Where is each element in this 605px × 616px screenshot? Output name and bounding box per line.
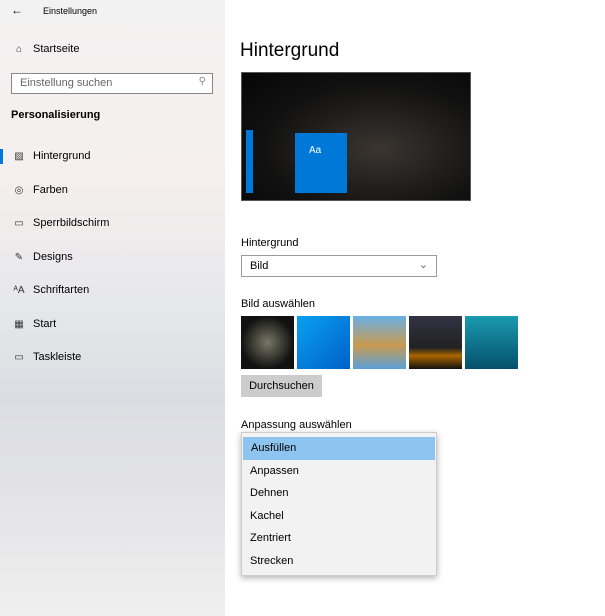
sidebar-item-schriftarten[interactable]: ᴬA Schriftarten [11,284,89,296]
sidebar-item-label: Sperrbildschirm [33,217,110,229]
image-icon: ▨ [14,150,24,162]
fit-option-ausfuellen[interactable]: Ausfüllen [243,437,435,460]
back-arrow-icon[interactable]: ← [11,3,23,17]
background-dropdown[interactable]: Bild ⌄ [241,255,437,277]
fit-option-zentriert[interactable]: Zentriert [242,527,436,550]
fit-option-anpassen[interactable]: Anpassen [242,460,436,483]
fit-label: Anpassung auswählen [241,419,352,431]
search-placeholder: Einstellung suchen [20,77,113,89]
thumbnail-windows[interactable] [297,316,350,369]
sidebar-item-farben[interactable]: ◎ Farben [11,184,68,196]
thumbnail-chair[interactable] [241,316,294,369]
sidebar-item-start[interactable]: ▦ Start [11,318,56,330]
background-preview: Aa [241,72,471,201]
choose-image-label: Bild auswählen [241,298,315,310]
sidebar-item-label: Schriftarten [33,284,90,296]
thumbnail-night[interactable] [409,316,462,369]
fit-option-strecken[interactable]: Strecken [242,550,436,573]
designs-icon: ✎ [14,251,24,263]
fonts-icon: ᴬA [13,284,25,296]
preview-tile-text: Aa [309,145,322,156]
sidebar-item-label: Start [33,318,57,330]
sidebar-item-sperrbildschirm[interactable]: ▭ Sperrbildschirm [11,217,109,229]
taskbar-icon: ▭ [14,351,24,363]
search-input[interactable]: Einstellung suchen ⚲ [11,73,213,94]
sidebar-item-designs[interactable]: ✎ Designs [11,251,73,263]
window-title: Einstellungen [43,6,98,16]
thumbnail-underwater[interactable] [465,316,518,369]
lock-screen-icon: ▭ [14,217,24,229]
nav-home-label: Startseite [33,43,80,55]
sidebar-item-hintergrund[interactable]: ▨ Hintergrund [11,150,90,162]
palette-icon: ◎ [14,184,24,196]
page-title: Hintergrund [240,40,340,61]
background-dropdown-value: Bild [250,260,269,272]
background-label: Hintergrund [241,237,299,249]
search-icon[interactable]: ⚲ [199,76,206,87]
fit-option-kachel[interactable]: Kachel [242,505,436,528]
image-thumbnails [241,316,518,369]
fit-dropdown-menu: Ausfüllen Anpassen Dehnen Kachel Zentrie… [241,432,437,576]
preview-tiles: Aa [295,133,347,193]
fit-option-dehnen[interactable]: Dehnen [242,482,436,505]
sidebar-item-label: Farben [33,184,68,196]
sidebar-item-label: Designs [33,251,73,263]
selected-indicator [0,149,3,164]
preview-start-list [246,130,253,193]
start-icon: ▦ [14,318,24,330]
section-heading: Personalisierung [11,109,101,121]
sidebar-item-taskleiste[interactable]: ▭ Taskleiste [11,351,81,363]
main-content: Hintergrund Aa Hintergrund Bild ⌄ Bild au… [225,0,605,616]
sidebar: ← Einstellungen ⌂ Startseite Einstellung … [0,0,225,616]
home-icon: ⌂ [15,43,23,55]
nav-home[interactable]: ⌂ Startseite [11,43,80,55]
sidebar-item-label: Taskleiste [33,351,82,363]
browse-button[interactable]: Durchsuchen [241,375,322,397]
chevron-down-icon: ⌄ [418,259,428,271]
thumbnail-beach[interactable] [353,316,406,369]
sidebar-item-label: Hintergrund [33,150,91,162]
